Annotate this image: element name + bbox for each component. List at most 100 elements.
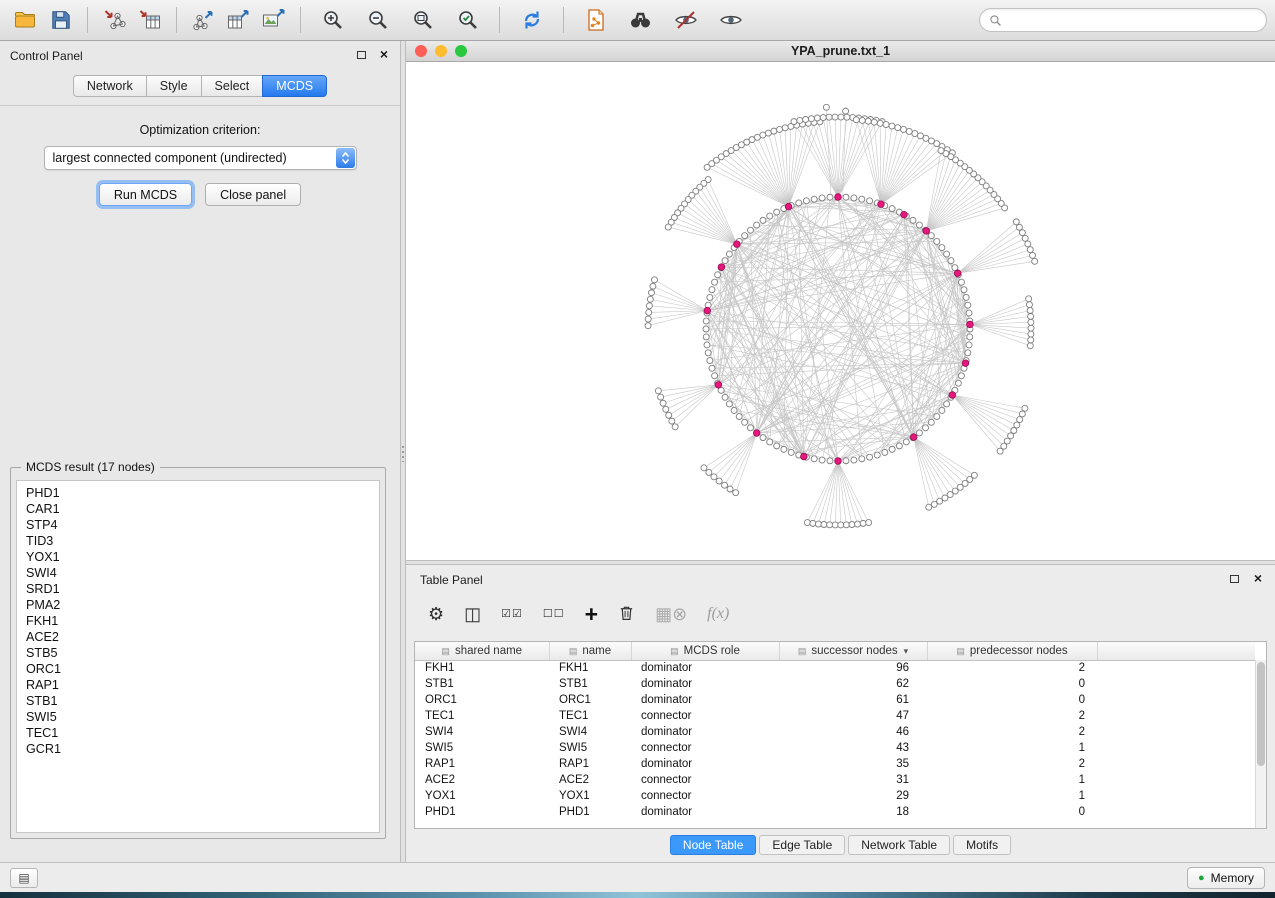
import-table-button[interactable] <box>132 4 167 37</box>
cell-name: ACE2 <box>549 772 631 788</box>
table-row[interactable]: PHD1PHD1dominator180 <box>415 804 1255 820</box>
main-toolbar <box>0 0 1275 41</box>
open-file-button[interactable] <box>8 4 43 37</box>
zoom-in-button[interactable] <box>315 4 350 37</box>
cell-name: PHD1 <box>549 804 631 820</box>
import-network-button[interactable] <box>97 4 132 37</box>
tab-network-table[interactable]: Network Table <box>848 835 950 855</box>
tab-mcds[interactable]: MCDS <box>262 75 327 97</box>
zoom-selected-button[interactable] <box>450 4 485 37</box>
tab-edge-table[interactable]: Edge Table <box>759 835 845 855</box>
tab-network[interactable]: Network <box>73 75 147 97</box>
scrollbar-thumb[interactable] <box>1257 662 1265 766</box>
hide-details-button[interactable] <box>668 4 703 37</box>
tab-select[interactable]: Select <box>201 75 264 97</box>
toolbar-separator <box>563 7 564 33</box>
column-header-shared-name[interactable]: ▤shared name <box>415 642 549 660</box>
table-scrollbar[interactable] <box>1255 660 1266 828</box>
refresh-layout-button[interactable] <box>514 4 549 37</box>
close-panel-icon[interactable]: × <box>380 46 388 62</box>
mcds-result-item[interactable]: SWI5 <box>26 709 370 725</box>
mcds-result-item[interactable]: FKH1 <box>26 613 370 629</box>
find-button[interactable] <box>623 4 658 37</box>
mcds-result-item[interactable]: STB1 <box>26 693 370 709</box>
cell-predecessor-nodes: 0 <box>927 676 1097 692</box>
tab-node-table[interactable]: Node Table <box>670 835 757 855</box>
column-header-successor-nodes[interactable]: ▤successor nodes▾ <box>779 642 927 660</box>
maximize-window-icon[interactable] <box>455 45 467 57</box>
float-panel-icon[interactable] <box>357 51 366 59</box>
mcds-result-item[interactable]: YOX1 <box>26 549 370 565</box>
run-mcds-button[interactable]: Run MCDS <box>99 183 192 206</box>
show-details-button[interactable] <box>713 4 748 37</box>
column-header-MCDS-role[interactable]: ▤MCDS role <box>631 642 779 660</box>
table-settings-button[interactable]: ⚙ <box>428 605 444 623</box>
memory-button[interactable]: ● Memory <box>1187 867 1265 889</box>
close-window-icon[interactable] <box>415 45 427 57</box>
table-row[interactable]: YOX1YOX1connector291 <box>415 788 1255 804</box>
show-columns-button[interactable]: ◫ <box>464 605 481 623</box>
close-panel-icon[interactable]: × <box>1254 570 1262 586</box>
table-row[interactable]: TEC1TEC1connector472 <box>415 708 1255 724</box>
cell-shared-name: TEC1 <box>415 708 549 724</box>
mcds-result-item[interactable]: ACE2 <box>26 629 370 645</box>
cell-MCDS-role: dominator <box>631 692 779 708</box>
deselect-all-columns-button[interactable]: ☐☐ <box>543 609 565 620</box>
mcds-result-list[interactable]: PHD1CAR1STP4TID3YOX1SWI4SRD1PMA2FKH1ACE2… <box>16 480 380 833</box>
table-row[interactable]: SWI5SWI5connector431 <box>415 740 1255 756</box>
column-header-predecessor-nodes[interactable]: ▤predecessor nodes <box>927 642 1097 660</box>
delete-table-button[interactable]: ▦⊗ <box>655 605 687 623</box>
minimize-window-icon[interactable] <box>435 45 447 57</box>
column-grid-icon: ▤ <box>441 646 450 656</box>
column-header-name[interactable]: ▤name <box>549 642 631 660</box>
export-network-button[interactable] <box>186 4 221 37</box>
search-input[interactable] <box>1007 13 1257 27</box>
trash-icon <box>618 604 635 622</box>
cell-shared-name: ACE2 <box>415 772 549 788</box>
mcds-result-item[interactable]: PHD1 <box>26 485 370 501</box>
share-document-button[interactable] <box>578 4 613 37</box>
network-titlebar[interactable]: YPA_prune.txt_1 <box>406 41 1275 62</box>
add-column-button[interactable]: + <box>585 603 598 626</box>
save-session-button[interactable] <box>43 4 78 37</box>
tab-style[interactable]: Style <box>146 75 202 97</box>
cell-successor-nodes: 46 <box>779 724 927 740</box>
select-all-columns-button[interactable]: ☑☑ <box>501 609 523 620</box>
table-row[interactable]: STB1STB1dominator620 <box>415 676 1255 692</box>
mcds-result-item[interactable]: STP4 <box>26 517 370 533</box>
table-row[interactable]: ORC1ORC1dominator610 <box>415 692 1255 708</box>
control-panel-tabs: NetworkStyleSelectMCDS <box>0 75 400 97</box>
table-row[interactable]: RAP1RAP1dominator352 <box>415 756 1255 772</box>
float-panel-icon[interactable] <box>1230 575 1239 583</box>
table-row[interactable]: ACE2ACE2connector311 <box>415 772 1255 788</box>
zoom-out-button[interactable] <box>360 4 395 37</box>
mcds-result-item[interactable]: PMA2 <box>26 597 370 613</box>
mcds-result-item[interactable]: RAP1 <box>26 677 370 693</box>
tab-motifs[interactable]: Motifs <box>953 835 1011 855</box>
export-table-button[interactable] <box>221 4 256 37</box>
export-image-button[interactable] <box>256 4 291 37</box>
table-panel-header: Table Panel × <box>406 565 1275 589</box>
mcds-result-item[interactable]: TID3 <box>26 533 370 549</box>
zoom-fit-button[interactable] <box>405 4 440 37</box>
cell-predecessor-nodes: 1 <box>927 740 1097 756</box>
mcds-result-item[interactable]: SRD1 <box>26 581 370 597</box>
mcds-result-item[interactable]: ORC1 <box>26 661 370 677</box>
criterion-dropdown[interactable]: largest connected component (undirected) <box>44 146 357 170</box>
panel-menu-button[interactable]: ▤ <box>10 868 38 888</box>
table-row[interactable]: FKH1FKH1dominator962 <box>415 660 1255 676</box>
close-panel-button[interactable]: Close panel <box>205 183 301 206</box>
delete-column-button[interactable] <box>618 604 635 625</box>
network-graph[interactable] <box>406 62 1275 560</box>
mcds-result-item[interactable]: TEC1 <box>26 725 370 741</box>
mcds-result-item[interactable]: CAR1 <box>26 501 370 517</box>
cell-successor-nodes: 47 <box>779 708 927 724</box>
function-builder-button[interactable]: f(x) <box>707 606 729 622</box>
mcds-result-title: MCDS result (17 nodes) <box>21 460 160 474</box>
mcds-result-item[interactable]: STB5 <box>26 645 370 661</box>
table-row[interactable]: SWI4SWI4dominator462 <box>415 724 1255 740</box>
mcds-result-item[interactable]: GCR1 <box>26 741 370 757</box>
mcds-result-item[interactable]: SWI4 <box>26 565 370 581</box>
column-grid-icon: ▤ <box>670 646 679 656</box>
zoom-out-icon <box>366 8 390 32</box>
